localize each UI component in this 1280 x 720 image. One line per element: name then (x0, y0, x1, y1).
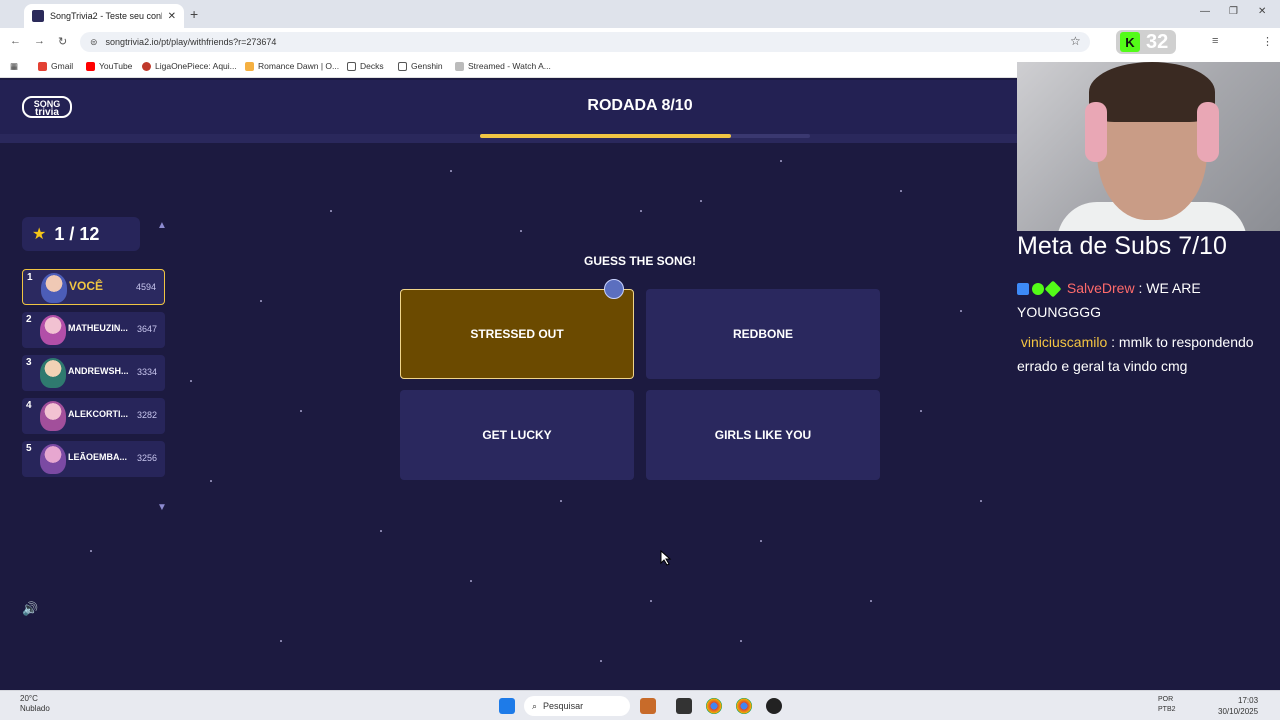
language-indicator[interactable]: POR PTB2 (1158, 695, 1176, 715)
player-avatar (40, 358, 66, 388)
obs-icon[interactable] (766, 698, 782, 714)
leaderboard-row: 1 VOCÊ 4594 (22, 269, 165, 305)
bookmark-gmail[interactable]: Gmail (38, 61, 73, 71)
songtrivia-logo[interactable]: SONG trivia (22, 96, 72, 118)
picker-avatar (604, 279, 624, 299)
tab-search-icon[interactable]: ≡ (1212, 35, 1218, 47)
game-area: SONG trivia RODADA 8/10 ★ 1 / 12 ▲ 1 VOC… (0, 80, 1017, 690)
romance-dawn-icon (245, 61, 254, 71)
bookmark-ligaonepiece[interactable]: LigaOnePiece: Aqui... (142, 61, 237, 71)
kick-viewer-badge: K 32 (1116, 30, 1176, 54)
bookmark-star-icon[interactable]: ☆ (1070, 34, 1081, 48)
ligaonepiece-icon (142, 61, 151, 71)
rank-text: 1 / 12 (54, 223, 100, 244)
player-avatar (41, 273, 67, 303)
chat-username: SalveDrew (1066, 280, 1135, 296)
leaderboard-row: 3 ANDREWSH... 3334 (22, 355, 165, 391)
minimize-icon[interactable]: — (1200, 6, 1210, 17)
headphone-icon (1085, 102, 1107, 162)
browser-tab[interactable]: SongTrivia2 - Teste seu conh ✕ (24, 4, 184, 28)
menu-icon[interactable]: ⋮ (1262, 35, 1273, 48)
file-explorer-icon[interactable] (676, 698, 692, 714)
youtube-icon (86, 61, 95, 71)
rank-badge: ★ 1 / 12 (22, 217, 140, 251)
headphone-icon (1197, 102, 1219, 162)
gmail-icon (38, 61, 47, 71)
leaderboard-row: 2 MATHEUZIN... 3647 (22, 312, 165, 348)
star-icon: ★ (32, 226, 47, 243)
bookmark-romance-dawn[interactable]: Romance Dawn | O... (245, 61, 339, 71)
widget-icon[interactable] (640, 698, 656, 714)
scroll-up-icon[interactable]: ▲ (157, 220, 167, 231)
tab-title: SongTrivia2 - Teste seu conh (50, 11, 162, 21)
maximize-icon[interactable]: ❐ (1229, 6, 1238, 17)
tab-close-icon[interactable]: ✕ (168, 11, 176, 22)
sub-goal: Meta de Subs 7/10 (1017, 232, 1227, 260)
round-progress-fill (480, 134, 731, 138)
answer-option-4[interactable]: GIRLS LIKE YOU (646, 390, 880, 480)
bookmark-decks[interactable]: Decks (347, 61, 384, 71)
address-bar-row: ← → ↻ ⊜ songtrivia2.io/pt/play/withfrien… (0, 28, 1280, 77)
stream-overlay: Meta de Subs 7/10 SalveDrew : WE ARE YOU… (1017, 62, 1280, 690)
chat-message: viniciuscamilo : mmlk to respondendo err… (1017, 334, 1254, 374)
answer-option-3[interactable]: GET LUCKY (400, 390, 634, 480)
chat-box: SalveDrew : WE ARE YOUNGGGG viniciuscami… (1017, 276, 1280, 384)
reload-icon[interactable]: ↻ (58, 35, 67, 48)
kick-count: 32 (1146, 30, 1169, 53)
weather-widget[interactable]: 20°C Nublado (20, 694, 50, 714)
bookmark-youtube[interactable]: YouTube (86, 61, 132, 71)
badge-icon (1017, 283, 1029, 296)
mouse-cursor-icon (660, 550, 672, 566)
scroll-down-icon[interactable]: ▼ (157, 502, 167, 513)
answer-option-2[interactable]: REDBONE (646, 289, 880, 379)
webcam-feed (1017, 62, 1280, 231)
windows-taskbar: 20°C Nublado ⌕ Pesquisar POR PTB2 17:03 … (0, 690, 1280, 720)
question-prompt: GUESS THE SONG! (583, 254, 696, 268)
url-text: songtrivia2.io/pt/play/withfriends?r=273… (105, 37, 277, 47)
player-avatar (40, 444, 66, 474)
chrome-icon[interactable] (736, 698, 752, 714)
screen: { "browser": { "tab_title": "SongTrivia2… (0, 0, 1280, 720)
system-clock[interactable]: 17:03 30/10/2025 (1218, 695, 1258, 717)
folder-icon (398, 61, 407, 71)
taskbar-search[interactable]: ⌕ Pesquisar (524, 696, 630, 716)
player-avatar (40, 315, 66, 345)
browser-tab-bar: SongTrivia2 - Teste seu conh ✕ + — ❐ ✕ (0, 0, 1280, 28)
leaderboard-row: 5 LEÃOEMBA... 3256 (22, 441, 165, 477)
url-field[interactable]: ⊜ songtrivia2.io/pt/play/withfriends?r=2… (80, 32, 1090, 52)
apps-icon[interactable]: ▦ (10, 61, 18, 72)
search-icon: ⌕ (532, 700, 538, 711)
new-tab-button[interactable]: + (190, 6, 198, 22)
site-info-icon[interactable]: ⊜ (90, 37, 98, 48)
forward-icon[interactable]: → (34, 35, 45, 47)
windows-start-icon[interactable] (499, 698, 515, 714)
back-icon[interactable]: ← (10, 35, 21, 47)
leaderboard-row: 4 ALEKCORTI... 3282 (22, 398, 165, 434)
round-progress-bar (480, 134, 810, 138)
chat-badges (1017, 280, 1062, 298)
game-header: SONG trivia RODADA 8/10 (0, 80, 1017, 134)
window-close-icon[interactable]: ✕ (1258, 6, 1266, 17)
chat-username: viniciuscamilo (1020, 334, 1108, 350)
chrome-icon[interactable] (706, 698, 722, 714)
folder-icon (347, 61, 356, 71)
verified-icon (1032, 283, 1044, 296)
player-avatar (40, 401, 66, 431)
answer-option-1[interactable]: STRESSED OUT (400, 289, 634, 379)
chat-message: SalveDrew : WE ARE YOUNGGGG (1017, 280, 1201, 320)
volume-icon[interactable]: 🔊 (22, 601, 38, 617)
round-counter: RODADA 8/10 (587, 97, 693, 114)
bookmark-streamed[interactable]: Streamed - Watch A... (455, 61, 551, 71)
streamed-icon (455, 61, 464, 71)
kick-logo-icon: K (1120, 32, 1140, 52)
songtrivia-favicon-icon (32, 10, 44, 22)
bookmark-genshin[interactable]: Genshin (398, 61, 443, 71)
sub-badge-icon (1044, 280, 1062, 298)
